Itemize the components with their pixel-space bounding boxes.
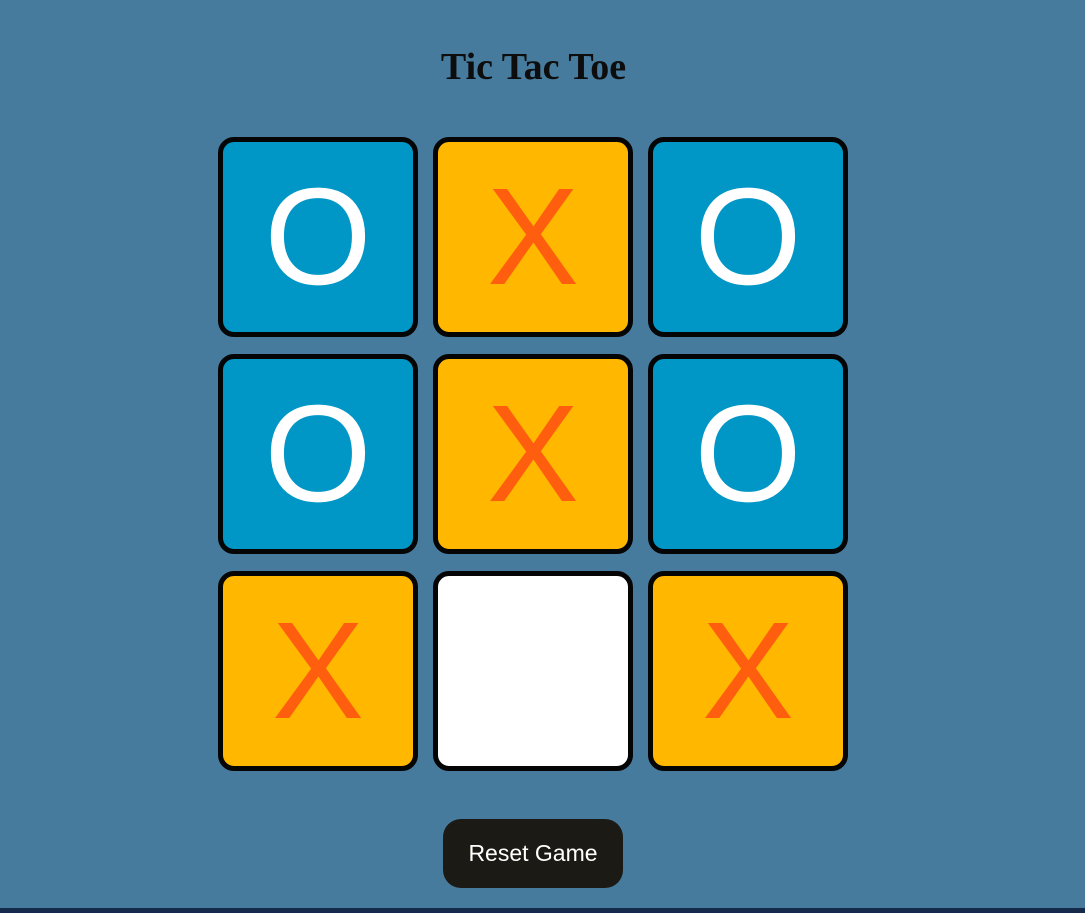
footer-bar xyxy=(0,908,1085,913)
board-cell-4[interactable]: O xyxy=(218,354,418,554)
board-cell-6[interactable]: O xyxy=(648,354,848,554)
board-cell-8[interactable] xyxy=(433,571,633,771)
board-cell-1[interactable]: O xyxy=(218,137,418,337)
board-cell-7[interactable]: X xyxy=(218,571,418,771)
board-cell-5[interactable]: X xyxy=(433,354,633,554)
reset-game-button[interactable]: Reset Game xyxy=(443,819,623,888)
game-board: O X O O X O X X xyxy=(218,137,848,772)
board-cell-9[interactable]: X xyxy=(648,571,848,771)
board-cell-3[interactable]: O xyxy=(648,137,848,337)
board-cell-2[interactable]: X xyxy=(433,137,633,337)
page-title: Tic Tac Toe xyxy=(440,46,627,88)
